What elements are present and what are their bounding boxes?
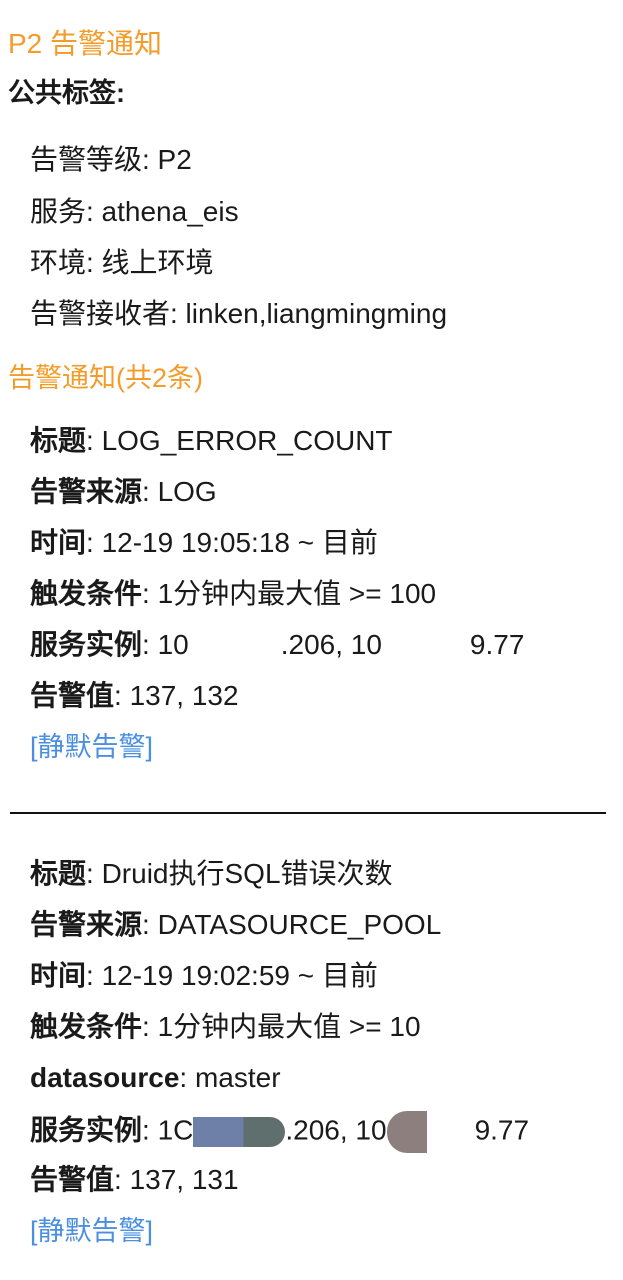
env-value: 线上环境 xyxy=(93,247,214,278)
alert-instance-value-a: : 10 xyxy=(142,629,189,660)
alert-source-row: 告警来源: LOG xyxy=(30,474,217,510)
alert-time-key: 时间 xyxy=(30,960,87,991)
alert-source-row: 告警来源: DATASOURCE_POOL xyxy=(30,907,441,943)
alert-condition-row: 触发条件: 1分钟内最大值 >= 100 xyxy=(30,576,436,612)
alert-condition-value: : 1分钟内最大值 >= 100 xyxy=(142,578,437,609)
alert-title-key: 标题 xyxy=(30,858,87,889)
alert-condition-key: 触发条件 xyxy=(30,1011,143,1042)
alert-time-value: : 12-19 19:02:59 ~ 目前 xyxy=(86,960,378,991)
alert-value-value: : 137, 132 xyxy=(114,680,239,711)
alert-title-row: 标题: LOG_ERROR_COUNT xyxy=(30,423,393,459)
alert-condition-row: 触发条件: 1分钟内最大值 >= 10 xyxy=(30,1009,421,1045)
alert-datasource-row: datasource: master xyxy=(30,1060,281,1096)
alert-value-key: 告警值 xyxy=(30,1164,115,1195)
alert-title-key: 标题 xyxy=(30,425,87,456)
alerts-header: 告警通知(共2条) xyxy=(8,363,203,393)
common-label-level: 告警等级: P2 xyxy=(30,142,192,178)
alert-instance-value-b: .206, 10 xyxy=(285,1114,387,1146)
env-key: 环境: xyxy=(30,247,94,278)
alert-title-value: : LOG_ERROR_COUNT xyxy=(86,425,393,456)
alert-condition-key: 触发条件 xyxy=(30,578,143,609)
alert-time-row: 时间: 12-19 19:02:59 ~ 目前 xyxy=(30,958,378,994)
alert-time-key: 时间 xyxy=(30,527,87,558)
alert-value-row: 告警值: 137, 132 xyxy=(30,678,239,714)
alert-instance-value-c: 9.77 xyxy=(469,629,525,660)
silence-alert-link[interactable]: [静默告警] xyxy=(30,729,153,765)
level-key: 告警等级: xyxy=(30,144,150,175)
alert-title-value: : Druid执行SQL错误次数 xyxy=(86,858,393,889)
alert-instance-key: 服务实例 xyxy=(30,629,143,660)
alert-divider xyxy=(10,812,606,814)
alert-time-value: : 12-19 19:05:18 ~ 目前 xyxy=(86,527,378,558)
alert-source-value: : DATASOURCE_POOL xyxy=(142,909,442,940)
page-title: P2 告警通知 xyxy=(8,28,163,59)
receivers-key: 告警接收者: xyxy=(30,298,178,329)
alert-instance-key: 服务实例 xyxy=(30,1114,143,1146)
redaction-block xyxy=(193,1117,286,1147)
silence-alert-link[interactable]: [静默告警] xyxy=(30,1213,153,1249)
alert-value-value: : 137, 131 xyxy=(114,1164,239,1195)
alert-source-key: 告警来源 xyxy=(30,909,143,940)
common-label-env: 环境: 线上环境 xyxy=(30,245,214,281)
alert-condition-value: : 1分钟内最大值 >= 10 xyxy=(142,1011,421,1042)
service-value: athena_eis xyxy=(93,196,239,227)
alert-instance-value-c: 9.77 xyxy=(474,1114,530,1146)
alert-instance-value-a: : 1C xyxy=(142,1114,194,1146)
alert-instance-row: 服务实例: 10 .206, 10 9.77 xyxy=(30,627,524,663)
alert-source-key: 告警来源 xyxy=(30,476,143,507)
common-label-service: 服务: athena_eis xyxy=(30,194,239,230)
alert-datasource-key: datasource xyxy=(30,1062,180,1093)
alert-source-value: : LOG xyxy=(142,476,217,507)
service-key: 服务: xyxy=(30,196,94,227)
alert-instance-value-b: .206, 10 xyxy=(280,629,382,660)
receivers-value: linken,liangmingming xyxy=(177,298,448,329)
alert-value-key: 告警值 xyxy=(30,680,115,711)
alert-title-row: 标题: Druid执行SQL错误次数 xyxy=(30,856,393,892)
alert-time-row: 时间: 12-19 19:05:18 ~ 目前 xyxy=(30,525,378,561)
alert-datasource-value: : master xyxy=(179,1062,281,1093)
common-labels-heading: 公共标签: xyxy=(8,78,125,108)
alert-value-row: 告警值: 137, 131 xyxy=(30,1162,239,1198)
alert-instance-row: 服务实例: 1C .206, 10 9.77 xyxy=(30,1111,529,1153)
common-label-receivers: 告警接收者: linken,liangmingming xyxy=(30,296,447,332)
alert-notification-page: P2 告警通知 公共标签: 告警等级: P2 服务: athena_eis 环境… xyxy=(0,0,623,1280)
level-value: P2 xyxy=(149,144,192,175)
redaction-block xyxy=(386,1111,427,1153)
